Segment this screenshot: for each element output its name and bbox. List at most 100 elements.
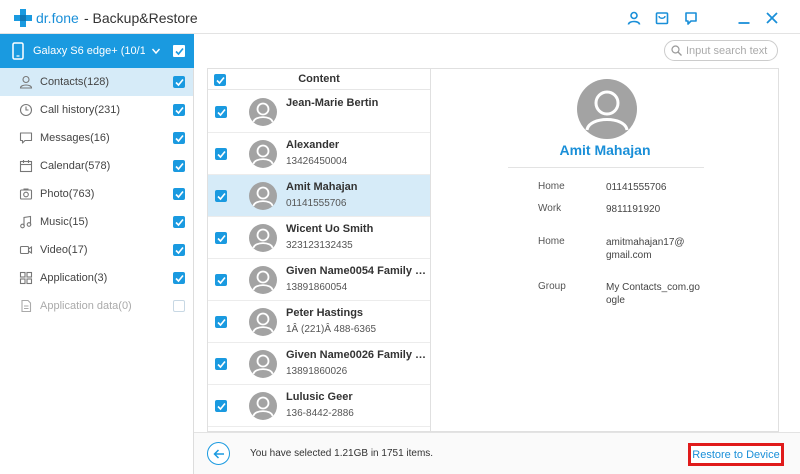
- contact-row[interactable]: Alexander 13426450004: [208, 133, 430, 175]
- field-value: 01141555706: [606, 182, 667, 193]
- chevron-down-icon[interactable]: [151, 46, 161, 56]
- row-checkbox[interactable]: [215, 274, 227, 286]
- contact-phone: 01141555706: [286, 198, 347, 209]
- sidebar-checkbox[interactable]: [173, 76, 185, 88]
- row-checkbox[interactable]: [215, 106, 227, 118]
- calendar-icon: [19, 159, 33, 173]
- sidebar-checkbox[interactable]: [173, 188, 185, 200]
- sidebar-checkbox[interactable]: [173, 272, 185, 284]
- sidebar-checkbox[interactable]: [173, 244, 185, 256]
- contact-name: Given Name0026 Family Na...: [286, 349, 430, 361]
- row-checkbox[interactable]: [215, 148, 227, 160]
- contacts-icon: [19, 75, 33, 89]
- messages-icon: [19, 131, 33, 145]
- contact-phone: 1Â (221)Â 488-6365: [286, 324, 377, 335]
- contact-list: Content Jean-Marie Bertin Alexander 1342…: [207, 68, 431, 432]
- contact-name: Lulusic Geer: [286, 391, 353, 403]
- title-bar: dr.fone - Backup&Restore: [0, 0, 800, 34]
- sidebar-item-photo[interactable]: Photo(763): [0, 180, 193, 208]
- contact-name: Peter Hastings: [286, 307, 364, 319]
- field-label: Work: [538, 203, 562, 214]
- sidebar-checkbox[interactable]: [173, 132, 185, 144]
- sidebar-item-contacts[interactable]: Contacts(128): [0, 68, 193, 96]
- sidebar-item-video[interactable]: Video(17): [0, 236, 193, 264]
- device-selector[interactable]: Galaxy S6 edge+ (10/18/2: [0, 34, 194, 68]
- search-box[interactable]: [664, 40, 778, 61]
- close-icon[interactable]: [764, 10, 780, 26]
- row-checkbox[interactable]: [215, 358, 227, 370]
- row-checkbox[interactable]: [215, 232, 227, 244]
- field-label: Home: [538, 181, 565, 192]
- sidebar-item-music[interactable]: Music(15): [0, 208, 193, 236]
- contact-row[interactable]: Wicent Uo Smith 323123132435: [208, 217, 430, 259]
- contact-row[interactable]: Amit Mahajan 01141555706: [208, 175, 430, 217]
- sidebar-item-messages[interactable]: Messages(16): [0, 124, 193, 152]
- sidebar-checkbox[interactable]: [173, 104, 185, 116]
- drfone-logo-icon: [14, 9, 32, 27]
- restore-to-device-button[interactable]: Restore to Device: [688, 443, 784, 466]
- row-checkbox[interactable]: [215, 400, 227, 412]
- sidebar-item-label: Calendar(578): [40, 160, 111, 172]
- user-icon[interactable]: [626, 10, 642, 26]
- device-checkbox[interactable]: [173, 45, 185, 57]
- contact-row[interactable]: Lulusic Geer 136-8442-2886: [208, 385, 430, 427]
- field-value: 9811191920: [606, 204, 661, 215]
- field-value: amitmahajan17@ gmail.com: [606, 237, 685, 261]
- photo-icon: [19, 187, 33, 201]
- row-checkbox[interactable]: [215, 316, 227, 328]
- avatar: [249, 308, 277, 336]
- music-icon: [19, 215, 33, 229]
- contact-phone: 136-8442-2886: [286, 408, 354, 419]
- field-label: Home: [538, 236, 565, 247]
- contact-phone: 323123132435: [286, 240, 353, 251]
- row-checkbox[interactable]: [215, 190, 227, 202]
- brand-name: dr.fone: [36, 10, 79, 26]
- sidebar: Galaxy S6 edge+ (10/18/2 Contacts(128) C…: [0, 34, 194, 474]
- detail-name: Amit Mahajan: [559, 142, 651, 158]
- back-button[interactable]: [207, 442, 230, 465]
- application-icon: [19, 271, 33, 285]
- cart-icon[interactable]: [654, 10, 670, 26]
- contact-row[interactable]: Given Name0026 Family Na... 13891860026: [208, 343, 430, 385]
- detail-avatar: [577, 79, 637, 139]
- sidebar-checkbox[interactable]: [173, 216, 185, 228]
- sidebar-item-label: Music(15): [40, 216, 89, 228]
- column-header-content: Content: [298, 73, 340, 85]
- search-icon: [671, 45, 682, 56]
- sidebar-item-application[interactable]: Application(3): [0, 264, 193, 292]
- sidebar-item-application-data: Application data(0): [0, 292, 193, 320]
- contact-name: Wicent Uo Smith: [286, 223, 374, 235]
- bottom-bar: You have selected 1.21GB in 1751 items. …: [194, 432, 800, 474]
- selection-status: You have selected 1.21GB in 1751 items.: [250, 448, 434, 459]
- application-data-icon: [19, 299, 33, 313]
- avatar: [249, 224, 277, 252]
- feedback-icon[interactable]: [683, 10, 699, 26]
- avatar: [249, 266, 277, 294]
- divider: [508, 167, 704, 168]
- avatar: [249, 392, 277, 420]
- sidebar-item-label: Photo(763): [40, 188, 95, 200]
- sidebar-checkbox[interactable]: [173, 160, 185, 172]
- call-history-icon: [19, 103, 33, 117]
- avatar: [249, 140, 277, 168]
- sidebar-item-label: Messages(16): [40, 132, 110, 144]
- contact-row[interactable]: Peter Hastings 1Â (221)Â 488-6365: [208, 301, 430, 343]
- contact-name: Alexander: [286, 139, 340, 151]
- minimize-icon[interactable]: [736, 10, 752, 26]
- select-all-checkbox[interactable]: [214, 74, 226, 86]
- phone-icon: [11, 42, 25, 60]
- avatar: [249, 350, 277, 378]
- search-input[interactable]: [686, 44, 776, 57]
- contact-row[interactable]: Given Name0054 Family Na... 13891860054: [208, 259, 430, 301]
- sidebar-item-calendar[interactable]: Calendar(578): [0, 152, 193, 180]
- avatar: [249, 98, 277, 126]
- contact-row[interactable]: Jean-Marie Bertin: [208, 91, 430, 133]
- sidebar-item-call-history[interactable]: Call history(231): [0, 96, 193, 124]
- contact-phone: 13891860054: [286, 282, 348, 293]
- sidebar-item-label: Call history(231): [40, 104, 121, 116]
- contact-phone: 13891860026: [286, 366, 348, 377]
- field-value: My Contacts_com.go ogle: [606, 282, 700, 306]
- app-title: - Backup&Restore: [84, 10, 198, 26]
- contact-detail: Amit Mahajan Home 01141555706 Work 98111…: [431, 68, 779, 432]
- device-name: Galaxy S6 edge+ (10/18/2: [33, 45, 145, 57]
